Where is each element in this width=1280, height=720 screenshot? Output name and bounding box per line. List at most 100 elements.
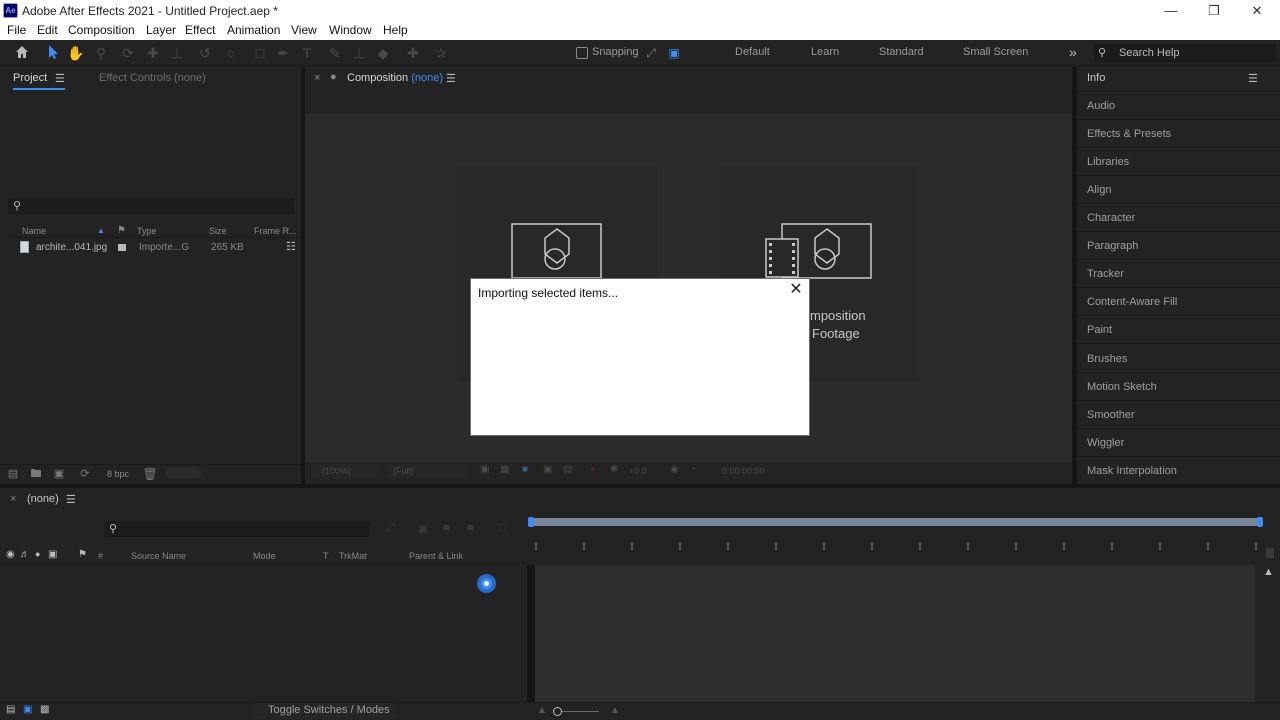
layer-switches-icon[interactable]: ▤ xyxy=(6,704,15,715)
column-mode[interactable]: Mode xyxy=(253,551,276,561)
type-tool-icon[interactable]: T xyxy=(298,44,316,62)
3d-view-icon[interactable]: ▣ xyxy=(543,464,552,475)
restore-icon[interactable]: ❐ xyxy=(1204,2,1224,20)
motion-blur-icon[interactable]: □ xyxy=(499,522,506,534)
puppet-tool-icon[interactable]: ✰ xyxy=(432,44,450,62)
menu-file[interactable]: File xyxy=(7,23,26,37)
tab-composition[interactable]: Composition (none) xyxy=(347,72,443,84)
eye-icon[interactable]: ◉ xyxy=(6,549,15,560)
project-menu-icon[interactable]: ☰ xyxy=(55,72,65,85)
panel-smoother[interactable]: Smoother xyxy=(1087,409,1135,421)
project-item-row[interactable]: archite...041.jpg Importe...G 265 KB ☷ xyxy=(8,240,298,256)
close-icon[interactable]: × xyxy=(314,72,320,84)
zoom-slider-handle[interactable] xyxy=(553,707,562,716)
new-composition-icon[interactable]: ▣ xyxy=(50,465,68,483)
close-icon[interactable]: ✕ xyxy=(787,281,805,299)
menu-window[interactable]: Window xyxy=(329,23,372,37)
work-area-bar[interactable] xyxy=(530,518,1261,526)
panel-paint[interactable]: Paint xyxy=(1087,324,1112,336)
column-t[interactable]: T xyxy=(323,551,329,561)
close-icon[interactable]: ✕ xyxy=(1247,2,1267,20)
panel-mask-interpolation[interactable]: Mask Interpolation xyxy=(1087,465,1177,477)
interpret-footage-icon[interactable]: ▤ xyxy=(4,465,22,483)
column-frame-rate[interactable]: Frame R... xyxy=(254,226,297,236)
snapping-checkbox[interactable] xyxy=(576,47,588,59)
panel-audio[interactable]: Audio xyxy=(1087,100,1115,112)
home-icon[interactable] xyxy=(13,44,31,62)
transparency-grid-icon[interactable]: ▦ xyxy=(500,464,509,475)
panel-content-aware-fill[interactable]: Content-Aware Fill xyxy=(1087,296,1177,308)
search-help-field[interactable]: ⚲ Search Help xyxy=(1094,44,1276,62)
brush-tool-icon[interactable]: ✎ xyxy=(326,44,344,62)
exposure-reset-icon[interactable]: ✱ xyxy=(610,464,618,475)
timeline-search-input[interactable]: ⚲ xyxy=(104,521,370,537)
anchor-tool-icon[interactable]: ○ xyxy=(222,44,240,62)
solo-icon[interactable]: ● xyxy=(35,549,40,559)
menu-view[interactable]: View xyxy=(291,23,317,37)
zoom-tool-icon[interactable]: ⚲ xyxy=(92,44,110,62)
pan-camera-icon[interactable]: ✚ xyxy=(144,44,162,62)
snap-target-icon[interactable]: ▣ xyxy=(665,44,683,62)
column-name[interactable]: Name xyxy=(22,226,46,236)
time-stretch-icon[interactable]: ▩ xyxy=(40,704,49,715)
panel-divider[interactable] xyxy=(301,67,305,484)
trash-icon[interactable]: 🗑 xyxy=(141,465,159,483)
pen-tool-icon[interactable]: ✒ xyxy=(274,44,292,62)
zoom-out-icon[interactable]: ▲ xyxy=(537,705,547,716)
comp-button-icon[interactable]: ▲ xyxy=(1263,566,1274,578)
panel-motion-sketch[interactable]: Motion Sketch xyxy=(1087,381,1157,393)
snapshot-icon[interactable]: ◉ xyxy=(670,464,679,475)
workspace-small-screen[interactable]: Small Screen xyxy=(963,46,1028,58)
roto-brush-icon[interactable]: ✚ xyxy=(404,44,422,62)
time-ruler[interactable] xyxy=(530,540,1265,554)
clone-stamp-icon[interactable]: ⊥ xyxy=(350,44,368,62)
channel-icon[interactable]: ● xyxy=(590,464,596,475)
panel-divider[interactable] xyxy=(1072,67,1077,484)
panel-tracker[interactable]: Tracker xyxy=(1087,268,1124,280)
lock-icon[interactable]: ● xyxy=(330,71,337,83)
mask-visibility-icon[interactable]: ■ xyxy=(522,464,528,475)
thumbnail-slider[interactable] xyxy=(165,468,201,478)
panel-info[interactable]: Info xyxy=(1087,72,1105,84)
menu-effect[interactable]: Effect xyxy=(185,23,215,37)
workspace-default[interactable]: Default xyxy=(735,46,770,58)
work-area-end-handle[interactable] xyxy=(1257,517,1263,527)
minimize-icon[interactable]: — xyxy=(1161,2,1181,20)
transfer-controls-icon[interactable]: ▣ xyxy=(23,704,32,715)
show-snapshot-icon[interactable]: ◔ xyxy=(690,464,696,475)
label-tag-icon[interactable]: ⚑ xyxy=(78,549,87,560)
column-size[interactable]: Size xyxy=(209,226,227,236)
new-folder-icon[interactable]: 🖿 xyxy=(27,465,45,483)
panel-align[interactable]: Align xyxy=(1087,184,1111,196)
chevron-double-right-icon[interactable]: » xyxy=(1069,44,1077,60)
zoom-in-icon[interactable]: ▲ xyxy=(610,705,620,716)
project-settings-icon[interactable]: ⟳ xyxy=(76,465,94,483)
timeline-track-area[interactable] xyxy=(535,565,1255,702)
composition-flowchart-icon[interactable]: ⤢ xyxy=(386,522,395,535)
region-of-interest-icon[interactable]: ▣ xyxy=(480,464,489,475)
workspace-standard[interactable]: Standard xyxy=(879,46,924,58)
column-type[interactable]: Type xyxy=(137,226,157,236)
menu-composition[interactable]: Composition xyxy=(68,23,135,37)
column-parent-link[interactable]: Parent & Link xyxy=(409,551,463,561)
work-area-start-handle[interactable] xyxy=(528,517,534,527)
draft-3d-icon[interactable]: ▣ xyxy=(418,522,428,535)
timeline-scroll-up[interactable] xyxy=(1266,548,1274,558)
frame-blending-icon[interactable]: ■ xyxy=(467,522,474,534)
panel-libraries[interactable]: Libraries xyxy=(1087,156,1129,168)
column-source-name[interactable]: Source Name xyxy=(131,551,186,561)
timeline-menu-icon[interactable]: ☰ xyxy=(66,493,76,506)
composition-menu-icon[interactable]: ☰ xyxy=(446,72,456,85)
close-icon[interactable]: × xyxy=(10,493,16,505)
timeline-splitter[interactable] xyxy=(527,565,535,702)
info-menu-icon[interactable]: ☰ xyxy=(1248,72,1258,85)
menu-layer[interactable]: Layer xyxy=(146,23,176,37)
selection-tool-icon[interactable] xyxy=(44,44,62,62)
shy-layers-icon[interactable]: ■ xyxy=(443,522,450,534)
tab-timeline[interactable]: (none) xyxy=(27,493,59,505)
panel-paragraph[interactable]: Paragraph xyxy=(1087,240,1138,252)
tab-project[interactable]: Project xyxy=(13,72,47,84)
menu-animation[interactable]: Animation xyxy=(227,23,280,37)
hand-tool-icon[interactable]: ✋ xyxy=(67,44,85,62)
audio-icon[interactable]: ♬ xyxy=(20,549,30,560)
